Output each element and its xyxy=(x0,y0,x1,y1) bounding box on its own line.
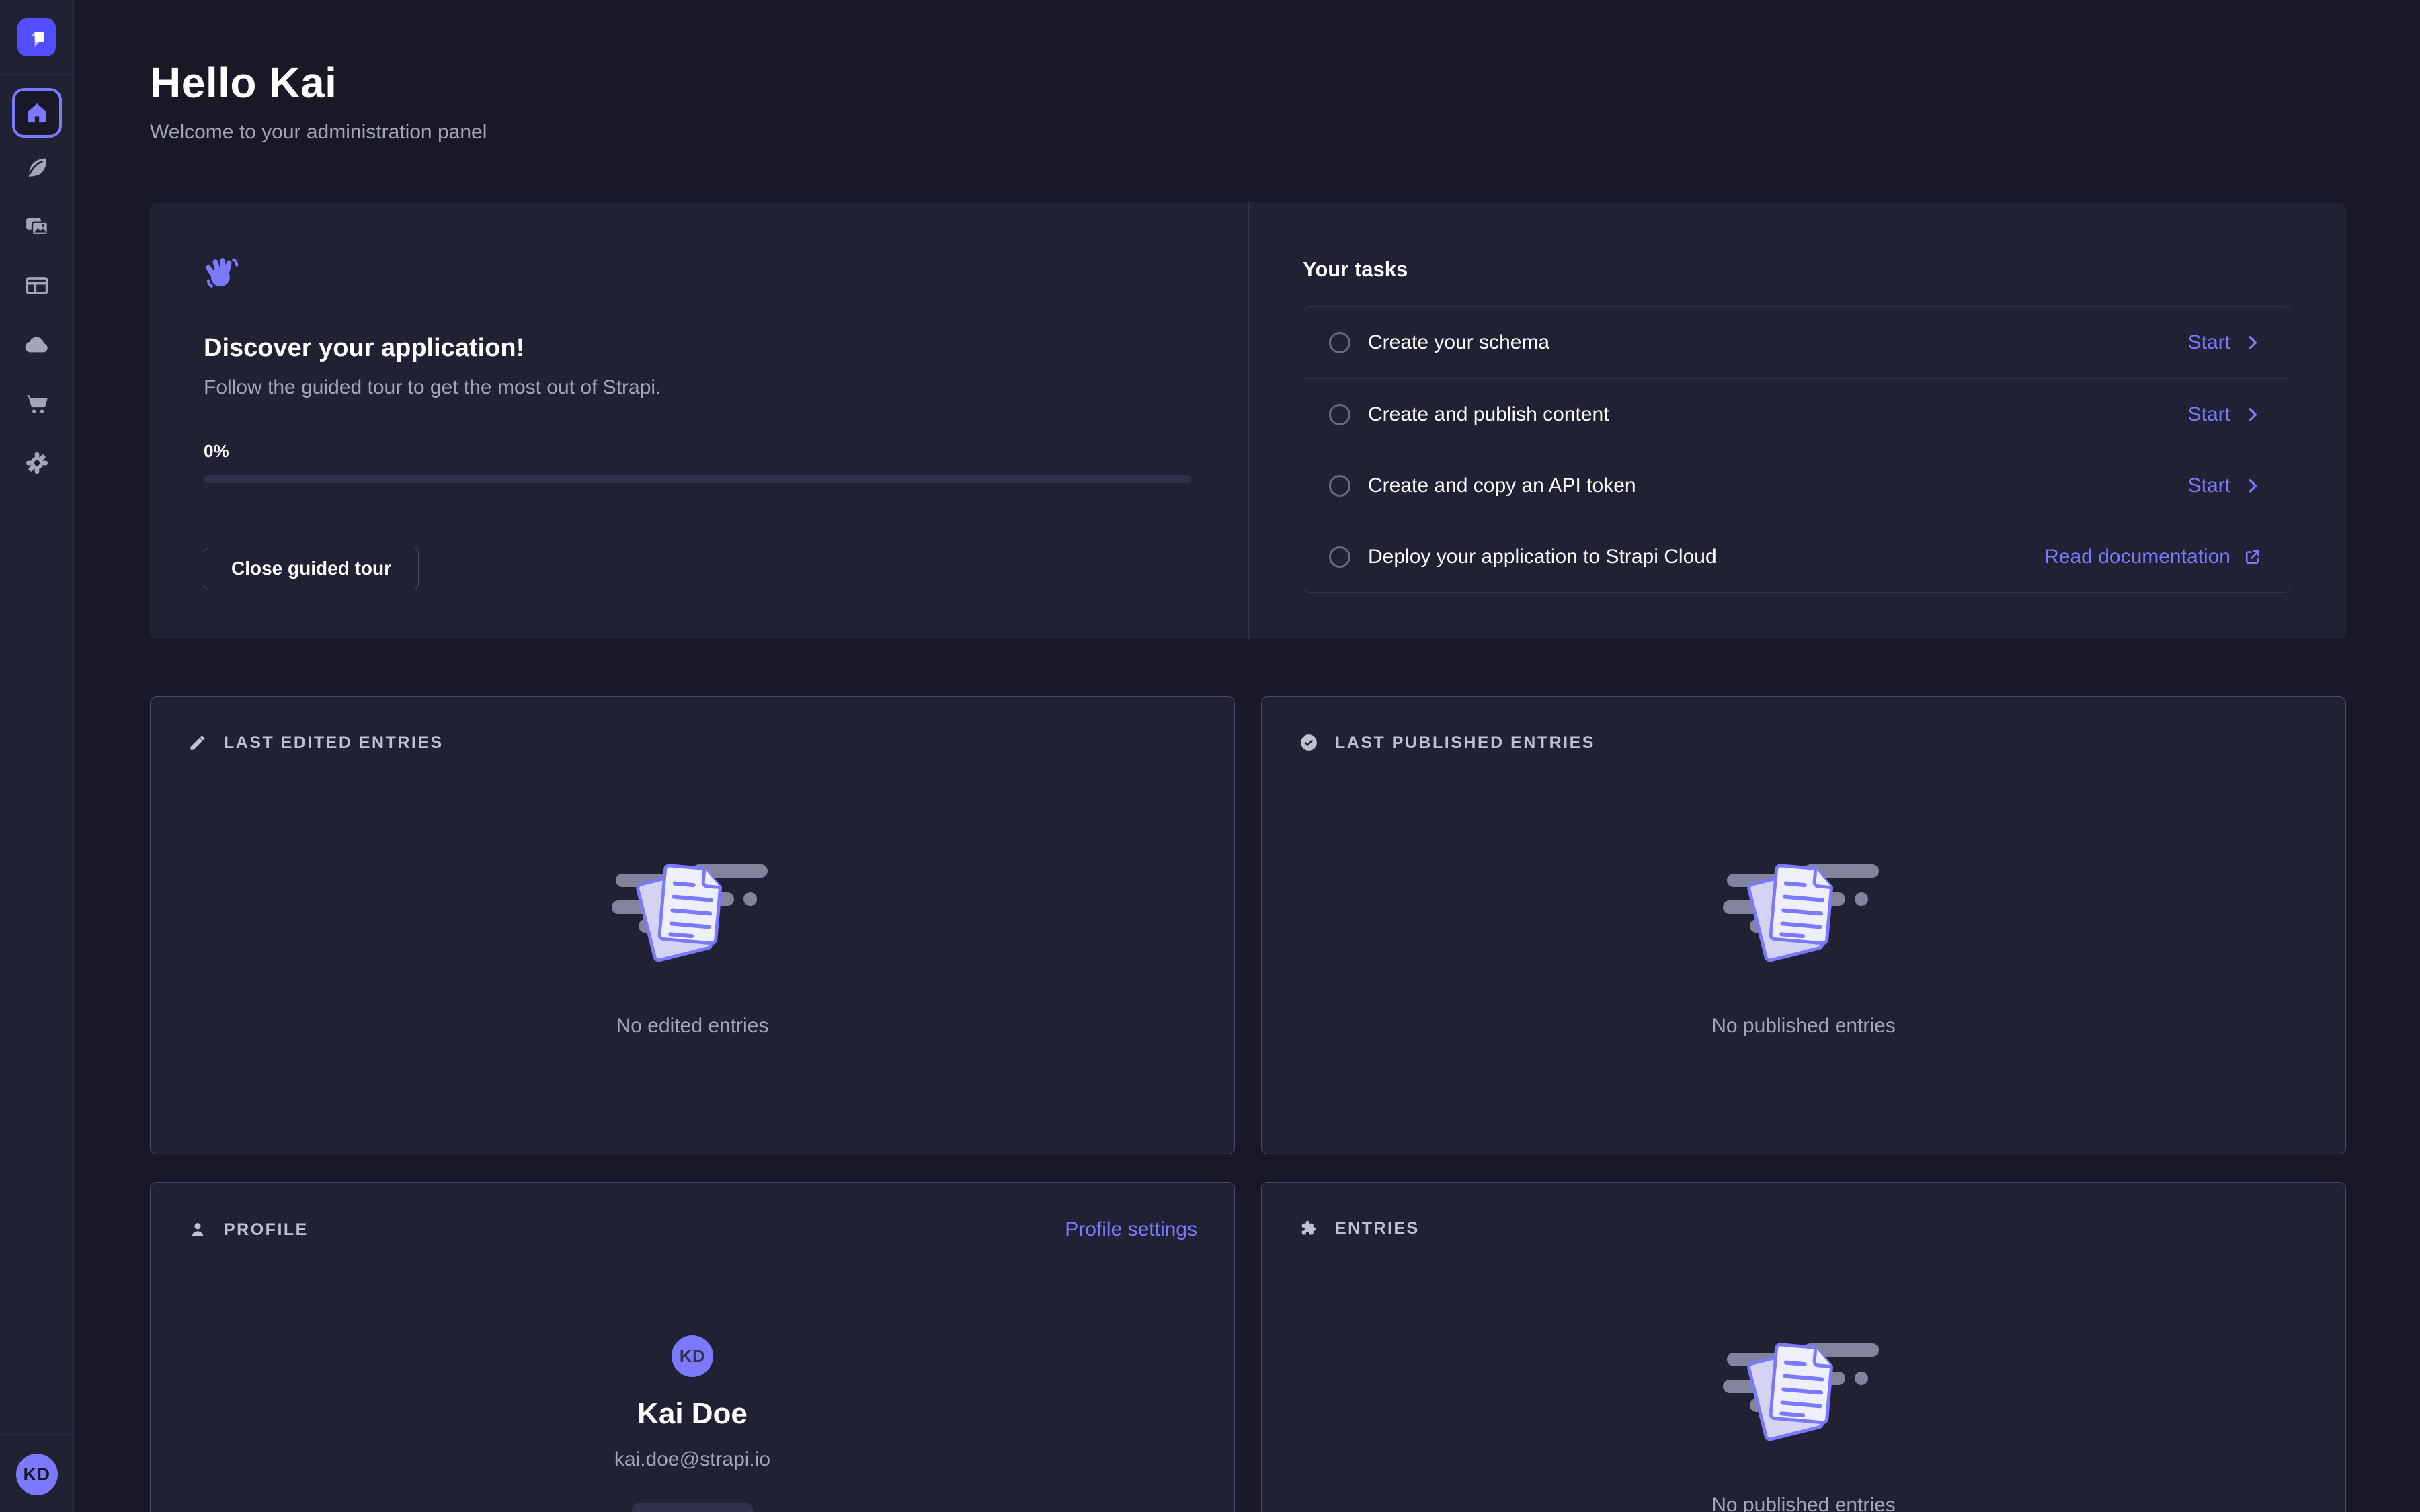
sidebar-item-content-type-builder[interactable] xyxy=(0,256,74,315)
empty-state-illustration xyxy=(1723,1333,1884,1457)
guided-tour-title: Discover your application! xyxy=(204,334,1191,363)
profile-widget: PROFILE Profile settings KD Kai Doe kai.… xyxy=(150,1182,1235,1512)
check-circle-icon xyxy=(1299,732,1319,753)
media-library-icon xyxy=(24,213,50,240)
task-label: Create and publish content xyxy=(1368,403,1609,426)
task-row-create-api-token[interactable]: Create and copy an API token Start xyxy=(1303,450,2290,521)
pencil-icon xyxy=(188,732,208,753)
widget-title: PROFILE xyxy=(224,1220,309,1240)
task-start-link[interactable]: Start xyxy=(2188,403,2263,426)
task-row-create-publish-content[interactable]: Create and publish content Start xyxy=(1303,378,2290,450)
widget-header: PROFILE Profile settings xyxy=(188,1218,1197,1241)
entries-widget: ENTRIES xyxy=(1261,1182,2346,1512)
widget-header: LAST PUBLISHED ENTRIES xyxy=(1299,732,2308,753)
main-content: Hello Kai Welcome to your administration… xyxy=(74,0,2420,1512)
task-start-link[interactable]: Start xyxy=(2188,474,2263,497)
task-action-label: Read documentation xyxy=(2044,546,2230,569)
empty-state-message: No published entries xyxy=(1711,1494,1896,1512)
chevron-right-icon xyxy=(2243,476,2263,496)
task-row-deploy-strapi-cloud[interactable]: Deploy your application to Strapi Cloud … xyxy=(1303,521,2290,592)
empty-state-message: No published entries xyxy=(1711,1015,1896,1038)
widget-title: LAST PUBLISHED ENTRIES xyxy=(1335,733,1595,753)
sidebar-item-marketplace[interactable] xyxy=(0,374,74,433)
strapi-logo-icon xyxy=(24,24,50,51)
task-label: Create and copy an API token xyxy=(1368,474,1636,497)
task-label: Create your schema xyxy=(1368,331,1549,354)
profile-email: kai.doe@strapi.io xyxy=(614,1448,770,1471)
chevron-right-icon xyxy=(2243,333,2263,353)
task-row-create-schema[interactable]: Create your schema Start xyxy=(1303,307,2290,378)
task-start-link[interactable]: Start xyxy=(2188,331,2263,354)
chevron-right-icon xyxy=(2243,405,2263,425)
task-label: Deploy your application to Strapi Cloud xyxy=(1368,546,1717,569)
page-subtitle: Welcome to your administration panel xyxy=(150,121,2346,144)
empty-state-message: No edited entries xyxy=(616,1015,769,1038)
empty-documents-illustration xyxy=(1723,1333,1884,1454)
empty-documents-illustration xyxy=(1723,853,1884,974)
last-published-entries-widget: LAST PUBLISHED ENTRIES xyxy=(1261,696,2346,1154)
guided-tour-description: Follow the guided tour to get the most o… xyxy=(204,376,1191,399)
task-status-circle-icon xyxy=(1329,332,1350,353)
last-edited-entries-widget: LAST EDITED ENTRIES xyxy=(150,696,1235,1154)
widget-title: ENTRIES xyxy=(1335,1219,1420,1238)
widget-header: LAST EDITED ENTRIES xyxy=(188,732,1197,753)
sidebar-divider xyxy=(0,74,74,75)
cloud-icon xyxy=(23,331,51,359)
sidebar-item-home[interactable] xyxy=(12,88,62,138)
progress-percentage: 0% xyxy=(204,441,1191,462)
tasks-list: Create your schema Start Create and publ… xyxy=(1303,306,2290,593)
widget-title: LAST EDITED ENTRIES xyxy=(224,733,444,753)
sidebar: KD xyxy=(0,0,74,1512)
widgets-grid: LAST EDITED ENTRIES xyxy=(150,696,2346,1512)
empty-state-illustration xyxy=(1723,853,1884,978)
home-icon xyxy=(24,100,50,126)
profile-avatar: KD xyxy=(672,1335,713,1377)
empty-documents-illustration xyxy=(612,853,773,974)
feather-icon xyxy=(24,154,50,181)
task-status-circle-icon xyxy=(1329,546,1350,568)
sidebar-bottom-divider xyxy=(0,1434,74,1435)
strapi-logo[interactable] xyxy=(17,18,56,56)
task-status-circle-icon xyxy=(1329,475,1350,497)
profile-settings-link[interactable]: Profile settings xyxy=(1065,1218,1197,1241)
task-action-label: Start xyxy=(2188,474,2230,497)
page-title: Hello Kai xyxy=(150,58,2346,108)
profile-name: Kai Doe xyxy=(637,1397,748,1431)
guided-tour-card: Discover your application! Follow the gu… xyxy=(150,202,2346,639)
external-link-icon xyxy=(2243,547,2263,567)
widget-header: ENTRIES xyxy=(1299,1218,2308,1238)
guided-tour-intro: Discover your application! Follow the gu… xyxy=(150,202,1248,639)
task-action-label: Start xyxy=(2188,331,2230,354)
close-guided-tour-button[interactable]: Close guided tour xyxy=(204,548,419,589)
user-icon xyxy=(188,1220,208,1240)
progress-bar xyxy=(204,475,1191,483)
your-tasks-panel: Your tasks Create your schema Start xyxy=(1249,202,2346,639)
sidebar-item-content-manager[interactable] xyxy=(0,138,74,197)
strapi-admin-app: KD Hello Kai Welcome to your administrat… xyxy=(0,0,2420,1512)
wave-hand-icon xyxy=(204,254,241,292)
empty-state-illustration xyxy=(612,853,773,978)
sidebar-item-settings[interactable] xyxy=(0,433,74,493)
tasks-heading: Your tasks xyxy=(1303,257,2290,282)
task-action-label: Start xyxy=(2188,403,2230,426)
puzzle-icon xyxy=(1299,1218,1319,1238)
cart-icon xyxy=(24,390,50,417)
role-badge xyxy=(632,1503,753,1512)
layout-icon xyxy=(24,272,50,299)
sidebar-user-avatar[interactable]: KD xyxy=(16,1454,58,1495)
task-status-circle-icon xyxy=(1329,404,1350,425)
read-documentation-link[interactable]: Read documentation xyxy=(2044,546,2263,569)
sidebar-item-media-library[interactable] xyxy=(0,197,74,256)
gear-icon xyxy=(24,450,50,476)
page-header: Hello Kai Welcome to your administration… xyxy=(150,0,2346,187)
sidebar-item-strapi-cloud[interactable] xyxy=(0,315,74,374)
